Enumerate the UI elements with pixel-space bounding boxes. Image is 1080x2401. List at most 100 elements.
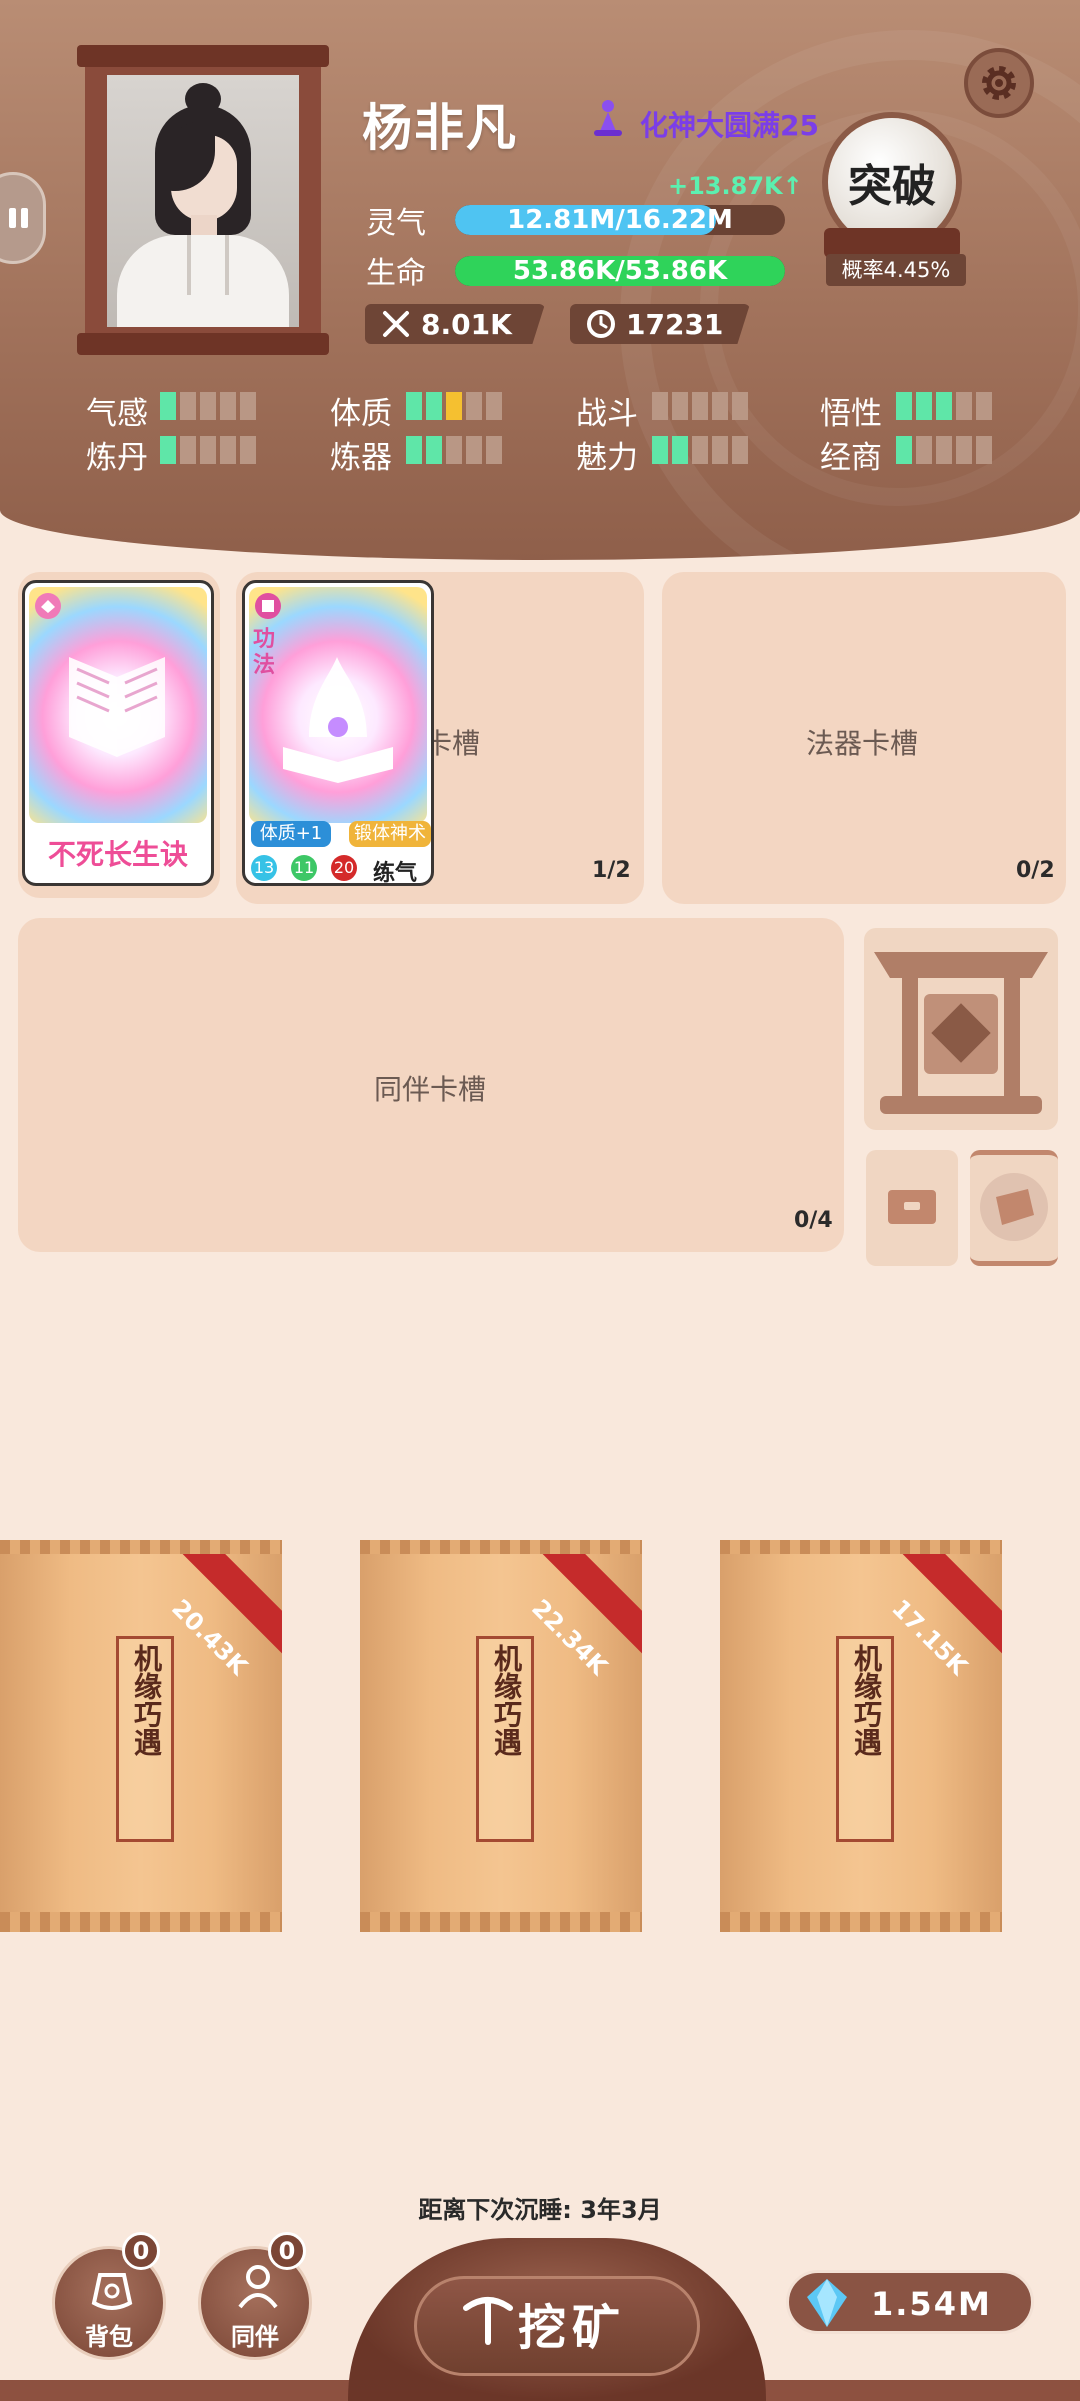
gem-balance[interactable]: 1.54M	[786, 2270, 1034, 2334]
attr-pip	[466, 436, 482, 464]
card-stat-1: 13	[251, 855, 277, 881]
scroll-button[interactable]	[970, 1150, 1058, 1266]
fortune-pack-2[interactable]: 机缘巧遇 22.34K	[360, 1540, 642, 1932]
skill-card-body-refining[interactable]: 功法 体质+1 锻体神术 13 11 20 练气	[242, 580, 434, 886]
attr-pip	[406, 436, 422, 464]
lifespan-stat: 17231	[570, 304, 750, 344]
fortune-pack-3[interactable]: 机缘巧遇 17.15K	[720, 1540, 1002, 1932]
attr-pip	[160, 392, 176, 420]
pack-title: 机缘巧遇	[850, 1644, 883, 1756]
attr-pip	[976, 436, 992, 464]
breakthrough-button[interactable]: 突破	[828, 118, 956, 246]
attr-pip	[486, 436, 502, 464]
attack-value: 8.01K	[421, 307, 512, 341]
attr-pip	[240, 436, 256, 464]
attack-stat: 8.01K	[365, 304, 545, 344]
attr-pip	[426, 392, 442, 420]
card-name: 不死长生诀	[47, 838, 188, 871]
bag-label: 背包	[85, 2323, 133, 2351]
attr-pips-wuxing	[896, 392, 992, 420]
sleep-countdown: 距离下次沉睡: 3年3月	[418, 2196, 662, 2224]
spirit-bar: 12.81M/16.22M	[455, 205, 785, 235]
attr-pip	[652, 392, 668, 420]
technique-slot-count: 1/2	[592, 858, 631, 883]
attr-pips-jingshang	[896, 436, 992, 464]
person-icon	[238, 2265, 278, 2309]
attr-label-wuxing: 悟性	[820, 396, 882, 432]
settings-button[interactable]	[964, 48, 1034, 118]
attr-pip	[936, 392, 952, 420]
hourglass-icon	[587, 310, 615, 338]
attr-label-meili: 魅力	[576, 440, 638, 476]
attr-pip	[446, 436, 462, 464]
card-stat-2: 11	[291, 855, 317, 881]
crossed-swords-icon	[383, 311, 409, 337]
attr-label-qigan: 气感	[86, 396, 148, 432]
side-menu-tab[interactable]	[0, 172, 46, 264]
attr-pip	[200, 392, 216, 420]
attr-pips-zhandou	[652, 392, 748, 420]
attr-pip	[732, 436, 748, 464]
avatar-frame[interactable]	[77, 45, 329, 355]
gate-building-button[interactable]	[864, 928, 1058, 1130]
attr-pip	[712, 392, 728, 420]
life-label: 生命	[366, 256, 426, 291]
attr-label-lianqi: 炼器	[330, 440, 392, 476]
attr-pip	[466, 392, 482, 420]
attr-pips-lianqi	[406, 436, 502, 464]
attr-pip	[160, 436, 176, 464]
attr-pip	[712, 436, 728, 464]
attr-pips-liandan	[160, 436, 256, 464]
artifact-slot-count: 0/2	[1016, 858, 1055, 883]
card-type: 功法	[253, 627, 276, 678]
card-tag-constitution: 体质+1	[251, 821, 331, 847]
attr-label-zhandou: 战斗	[576, 396, 638, 432]
attr-pip	[896, 436, 912, 464]
spirit-label: 灵气	[366, 206, 426, 241]
attr-pips-qigan	[160, 392, 256, 420]
attr-pip	[692, 436, 708, 464]
bag-badge: 0	[122, 2232, 160, 2270]
skill-card-immortal[interactable]: 不死长生诀	[22, 580, 214, 886]
card-type-icon	[255, 593, 281, 619]
companion-slot-label: 同伴卡槽	[374, 1073, 487, 1106]
chest-icon	[888, 1190, 936, 1224]
spirit-gain-rate: +13.87K↑	[668, 172, 803, 200]
companion-slot-count: 0/4	[794, 1208, 833, 1233]
attr-pip	[220, 392, 236, 420]
breakthrough-chance: 概率4.45%	[826, 254, 966, 286]
life-value: 53.86K/53.86K	[512, 256, 728, 286]
pause-icon	[9, 208, 28, 228]
card-badge-icon	[35, 593, 61, 619]
attr-pip	[406, 392, 422, 420]
breakthrough-label: 突破	[848, 161, 936, 212]
realm-label: 化神大圆满25	[640, 109, 819, 142]
attr-pip	[220, 436, 236, 464]
pickaxe-icon	[463, 2297, 513, 2345]
card-tag-technique: 锻体神术	[349, 821, 431, 847]
companion-badge: 0	[268, 2232, 306, 2270]
attr-pip	[916, 392, 932, 420]
attr-pip	[936, 436, 952, 464]
mine-button[interactable]: 挖矿	[348, 2238, 766, 2401]
fortune-pack-1[interactable]: 机缘巧遇 20.43K	[0, 1540, 282, 1932]
attr-pip	[956, 392, 972, 420]
companion-slot[interactable]: 同伴卡槽 0/4	[18, 918, 844, 1252]
card-stat-3: 20	[331, 855, 357, 881]
avatar	[107, 75, 299, 327]
scroll-icon	[980, 1173, 1048, 1241]
flame-book-icon	[283, 657, 393, 783]
drawer-button[interactable]	[866, 1150, 958, 1266]
attr-pip	[486, 392, 502, 420]
artifact-slot[interactable]: 法器卡槽 0/2	[662, 572, 1066, 904]
attr-pip	[956, 436, 972, 464]
gem-icon	[807, 2279, 847, 2327]
attr-pip	[896, 392, 912, 420]
scroll-rod-bottom	[77, 333, 329, 355]
artifact-slot-label: 法器卡槽	[806, 727, 919, 760]
card-art	[29, 587, 207, 823]
attr-pip	[446, 392, 462, 420]
attr-pip	[692, 392, 708, 420]
attr-pip	[180, 436, 196, 464]
gem-value: 1.54M	[871, 2285, 992, 2323]
